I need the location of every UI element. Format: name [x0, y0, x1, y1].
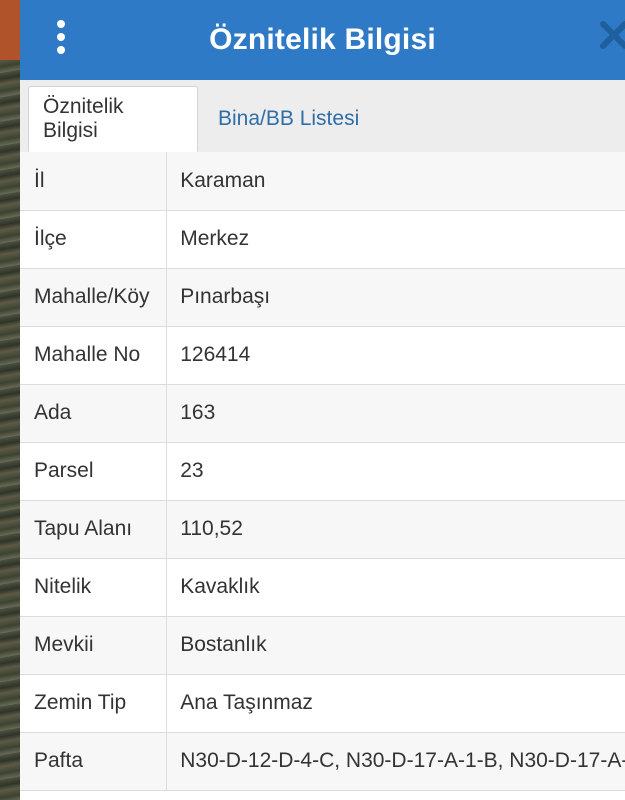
background-map [0, 0, 20, 800]
row-value: Karaman [166, 152, 625, 211]
table-row: Parsel 23 [20, 442, 625, 501]
table-row: Zemin Tip Ana Taşınmaz [20, 674, 625, 733]
menu-dot [57, 33, 65, 41]
tab-attribute-info[interactable]: Öznitelik Bilgisi [28, 86, 198, 152]
row-value: Bostanlık [166, 616, 625, 675]
table-row: Pafta N30-D-12-D-4-C, N30-D-17-A-1-B, N3… [20, 732, 625, 791]
row-label: Mahalle/Köy [20, 268, 168, 327]
attribute-table: İl Karaman İlçe Merkez Mahalle/Köy Pınar… [20, 152, 625, 791]
menu-dot [57, 20, 65, 28]
table-row: Tapu Alanı 110,52 [20, 500, 625, 559]
table-row: Nitelik Kavaklık [20, 558, 625, 617]
row-label: Ada [20, 384, 168, 443]
table-row: İlçe Merkez [20, 210, 625, 269]
row-value: Merkez [166, 210, 625, 269]
tab-bar: Öznitelik Bilgisi Bina/BB Listesi [20, 80, 625, 153]
row-value: Kavaklık [166, 558, 625, 617]
tab-building-list[interactable]: Bina/BB Listesi [204, 86, 373, 152]
close-icon[interactable] [597, 18, 625, 52]
row-value: 126414 [166, 326, 625, 385]
row-label: Parsel [20, 442, 168, 501]
table-row: Ada 163 [20, 384, 625, 443]
dialog-title: Öznitelik Bilgisi [209, 23, 436, 56]
row-value: 163 [166, 384, 625, 443]
row-value: 23 [166, 442, 625, 501]
dialog-header: Öznitelik Bilgisi [20, 0, 625, 80]
row-label: Nitelik [20, 558, 168, 617]
row-label: Zemin Tip [20, 674, 168, 733]
row-value: Pınarbaşı [166, 268, 625, 327]
row-value: Ana Taşınmaz [166, 674, 625, 733]
row-label: Mahalle No [20, 326, 168, 385]
row-label: Mevkii [20, 616, 168, 675]
row-label: Tapu Alanı [20, 500, 168, 559]
kebab-menu-icon[interactable] [54, 20, 68, 54]
table-row: Mevkii Bostanlık [20, 616, 625, 675]
row-label: İl [20, 152, 168, 211]
table-row: Mahalle/Köy Pınarbaşı [20, 268, 625, 327]
row-value: 110,52 [166, 500, 625, 559]
attribute-panel: Öznitelik Bilgisi Bina/BB Listesi İl Kar… [20, 80, 625, 800]
row-label: Pafta [20, 732, 168, 791]
table-row: İl Karaman [20, 152, 625, 211]
background-map-overlay [0, 0, 20, 60]
row-value: N30-D-12-D-4-C, N30-D-17-A-1-B, N30-D-17… [166, 732, 625, 791]
menu-dot [57, 46, 65, 54]
table-row: Mahalle No 126414 [20, 326, 625, 385]
row-label: İlçe [20, 210, 168, 269]
